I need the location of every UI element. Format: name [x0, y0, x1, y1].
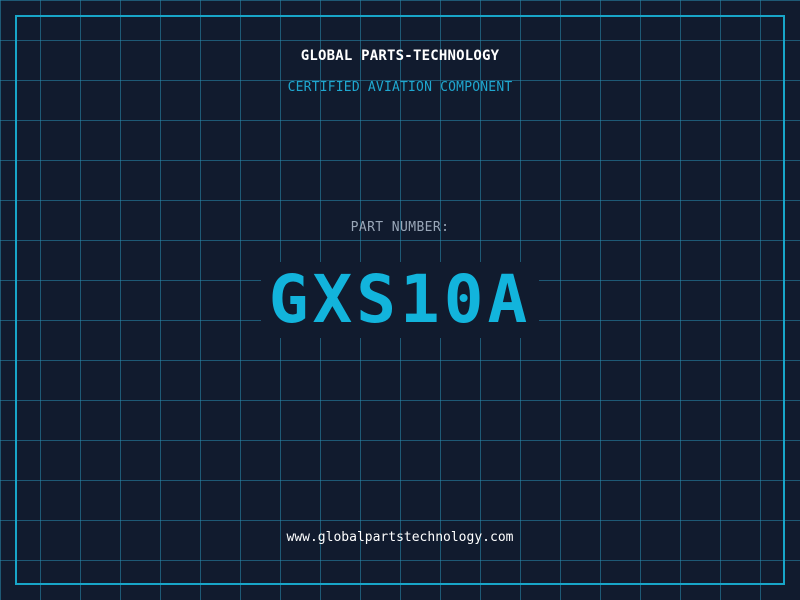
part-number-value: GXS10A: [260, 262, 540, 338]
label-canvas: { "header": { "company": "GLOBAL PARTS-T…: [0, 0, 800, 600]
company-name: GLOBAL PARTS-TECHNOLOGY: [300, 48, 500, 64]
website-url: www.globalpartstechnology.com: [286, 530, 514, 545]
part-number-label: PART NUMBER:: [350, 220, 450, 235]
certification-tagline: CERTIFIED AVIATION COMPONENT: [287, 80, 513, 95]
part-number-container: GXS10A: [0, 262, 800, 338]
